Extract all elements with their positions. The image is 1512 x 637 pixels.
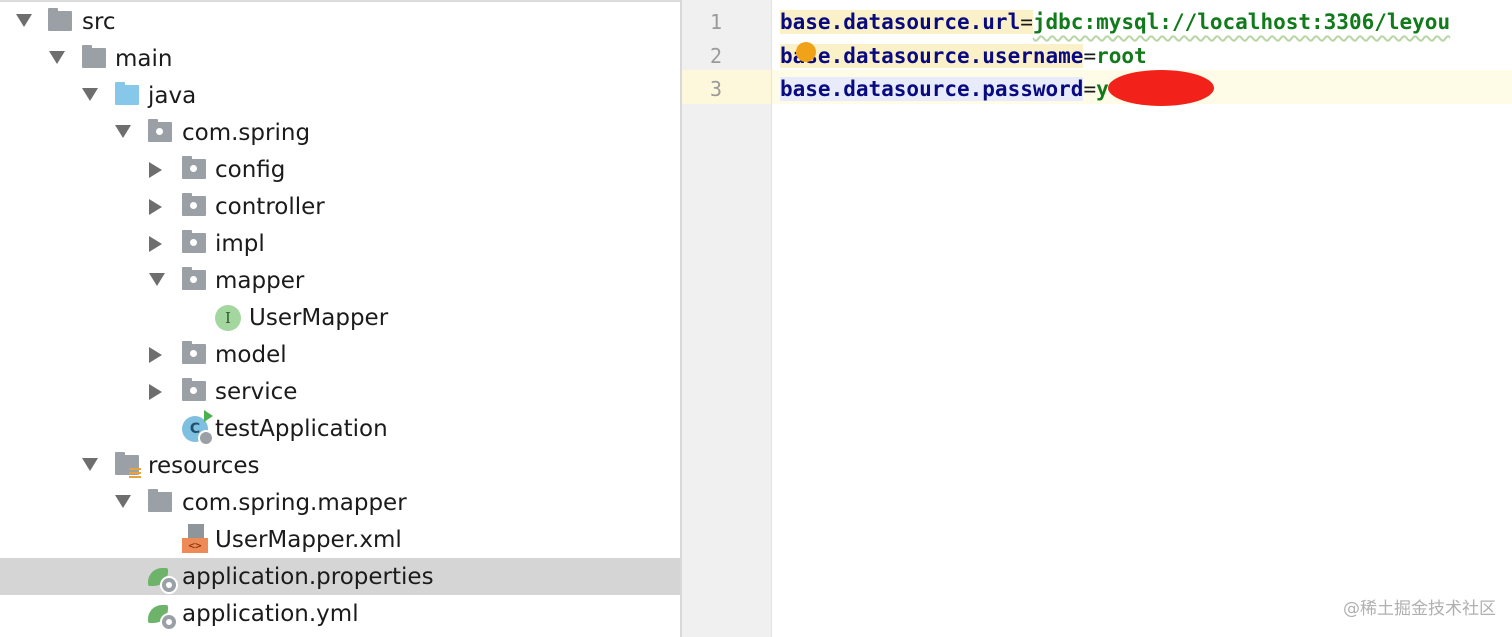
package-icon bbox=[182, 193, 206, 216]
collapse-arrow-icon[interactable] bbox=[149, 162, 162, 178]
tree-item-model[interactable]: model bbox=[0, 336, 680, 373]
property-value: jdbc:mysql://localhost:3306/leyou bbox=[1032, 10, 1451, 34]
expand-arrow-icon[interactable] bbox=[16, 14, 32, 27]
tree-item-resources[interactable]: resources bbox=[0, 447, 680, 484]
package-icon bbox=[148, 119, 172, 142]
redaction-mark bbox=[1108, 70, 1214, 106]
tree-item-label: application.yml bbox=[182, 601, 359, 627]
watermark: @稀土掘金技术社区 bbox=[1343, 599, 1496, 619]
line-number: 2 bbox=[709, 44, 722, 68]
intention-bulb-icon[interactable] bbox=[796, 42, 816, 62]
tree-item-com-spring[interactable]: com.spring bbox=[0, 114, 680, 151]
collapse-arrow-icon[interactable] bbox=[149, 347, 162, 363]
tree-item-label: src bbox=[82, 9, 116, 35]
property-key: base.datasource.username bbox=[780, 44, 1084, 68]
xml-tag-badge: <> bbox=[182, 538, 208, 553]
tree-item-testapplication[interactable]: C testApplication bbox=[0, 410, 680, 447]
line-number: 1 bbox=[709, 10, 722, 34]
tree-item-label: testApplication bbox=[215, 416, 388, 442]
collapse-arrow-icon[interactable] bbox=[149, 384, 162, 400]
tree-item-com-spring-mapper[interactable]: com.spring.mapper bbox=[0, 484, 680, 521]
property-equals: = bbox=[1083, 77, 1097, 101]
tree-item-label: java bbox=[148, 83, 197, 109]
run-marker-icon bbox=[204, 410, 213, 422]
expand-arrow-icon[interactable] bbox=[82, 88, 98, 101]
editor-gutter[interactable]: 1 2 3 bbox=[682, 0, 771, 637]
tree-item-label: service bbox=[215, 379, 298, 405]
property-key: base.datasource.url bbox=[780, 10, 1021, 34]
tree-item-java[interactable]: java bbox=[0, 77, 680, 114]
resources-folder-icon bbox=[115, 452, 141, 478]
package-icon bbox=[182, 156, 206, 179]
folder-icon bbox=[148, 489, 172, 512]
tree-item-label: resources bbox=[148, 453, 260, 479]
tree-item-controller[interactable]: controller bbox=[0, 188, 680, 225]
xml-file-icon: <> bbox=[182, 524, 208, 554]
source-root-folder-icon bbox=[115, 82, 139, 105]
tree-item-label: model bbox=[215, 342, 287, 368]
property-value: root bbox=[1096, 44, 1147, 68]
spring-yml-icon bbox=[148, 603, 178, 631]
expand-arrow-icon[interactable] bbox=[82, 458, 98, 471]
gear-icon bbox=[198, 430, 214, 446]
tree-item-mapper[interactable]: mapper bbox=[0, 262, 680, 299]
property-key: base.datasource.password bbox=[780, 77, 1084, 101]
tree-item-impl[interactable]: impl bbox=[0, 225, 680, 262]
tree-item-config[interactable]: config bbox=[0, 151, 680, 188]
tree-item-label: UserMapper bbox=[249, 305, 389, 331]
tree-item-usermapper[interactable]: I UserMapper bbox=[0, 299, 680, 336]
spring-boot-app-icon: C bbox=[182, 410, 214, 446]
expand-arrow-icon[interactable] bbox=[49, 51, 65, 64]
tree-item-usermapper-xml[interactable]: <> UserMapper.xml bbox=[0, 521, 680, 558]
property-value: y bbox=[1096, 77, 1109, 101]
tree-item-label: com.spring bbox=[182, 120, 311, 146]
tree-item-label: UserMapper.xml bbox=[215, 527, 402, 553]
interface-icon: I bbox=[215, 305, 241, 331]
expand-arrow-icon[interactable] bbox=[149, 273, 165, 286]
expand-arrow-icon[interactable] bbox=[115, 125, 131, 138]
tree-item-application-yml[interactable]: application.yml bbox=[0, 595, 680, 632]
tree-item-label: com.spring.mapper bbox=[182, 490, 407, 516]
package-icon bbox=[182, 267, 206, 290]
code-line-1[interactable]: base.datasource.url=jdbc:mysql://localho… bbox=[780, 8, 1450, 36]
source-folder-icon bbox=[48, 8, 72, 31]
package-icon bbox=[182, 341, 206, 364]
tree-item-label: mapper bbox=[215, 268, 305, 294]
project-tree[interactable]: src main java com.spring config controll… bbox=[0, 0, 680, 637]
code-line-2[interactable]: base.datasource.username=root bbox=[780, 42, 1147, 70]
tree-item-main[interactable]: main bbox=[0, 40, 680, 77]
code-editor[interactable]: base.datasource.url=jdbc:mysql://localho… bbox=[772, 0, 1512, 637]
collapse-arrow-icon[interactable] bbox=[149, 199, 162, 215]
tree-item-label: impl bbox=[215, 231, 265, 257]
tree-item-label: main bbox=[115, 46, 173, 72]
property-equals: = bbox=[1020, 10, 1033, 34]
collapse-arrow-icon[interactable] bbox=[149, 236, 162, 252]
spring-properties-icon bbox=[148, 566, 178, 594]
tree-item-label: config bbox=[215, 157, 286, 183]
folder-icon bbox=[82, 45, 106, 68]
resources-marker-icon bbox=[129, 462, 141, 478]
tree-item-label: application.properties bbox=[182, 564, 434, 590]
tree-item-service[interactable]: service bbox=[0, 373, 680, 410]
code-line-3[interactable]: base.datasource.password=y bbox=[780, 75, 1109, 103]
tree-divider bbox=[0, 0, 680, 2]
property-equals: = bbox=[1083, 44, 1097, 68]
package-icon bbox=[182, 230, 206, 253]
package-icon bbox=[182, 378, 206, 401]
tree-item-application-properties[interactable]: application.properties bbox=[0, 558, 680, 595]
tree-item-src[interactable]: src bbox=[0, 3, 680, 40]
line-number: 3 bbox=[709, 77, 722, 101]
expand-arrow-icon[interactable] bbox=[115, 495, 131, 508]
tree-item-label: controller bbox=[215, 194, 325, 220]
